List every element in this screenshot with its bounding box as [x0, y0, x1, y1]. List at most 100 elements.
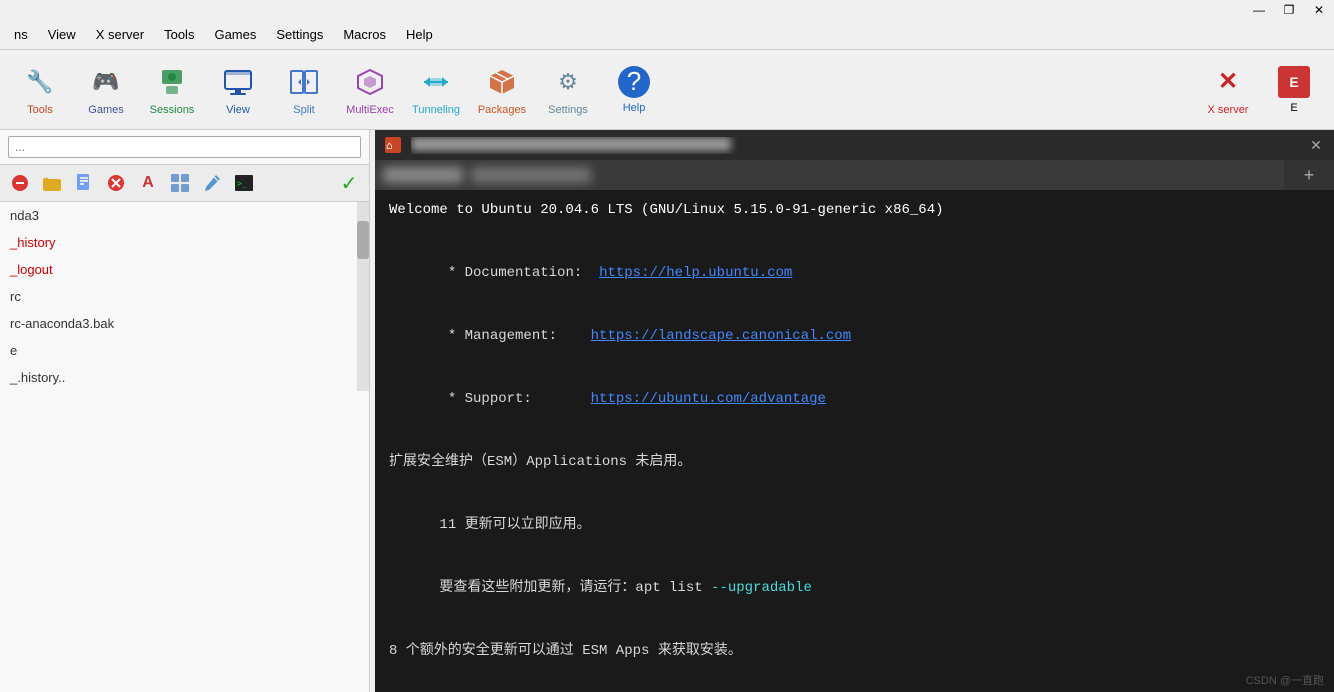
terminal-window: ⌂ ✕ + Welcome to Ubuntu 20.04.6 LTS (GNU…: [375, 130, 1334, 692]
settings-icon: ⚙: [550, 64, 586, 100]
session-tool-terminal[interactable]: >_: [230, 169, 258, 197]
minimize-button[interactable]: —: [1244, 0, 1274, 20]
session-list: nda3 _history _logout rc rc-anaconda3.ba…: [0, 202, 369, 684]
menu-xserver[interactable]: X server: [86, 23, 154, 46]
extra-icon: E: [1278, 66, 1310, 98]
session-item-label: e: [10, 343, 17, 358]
toolbar-view-button[interactable]: View: [206, 54, 270, 126]
terminal-line-empty2: [389, 431, 1320, 452]
toolbar-games-button[interactable]: 🎮 Games: [74, 54, 138, 126]
toolbar-multiexec-button[interactable]: MultiExec: [338, 54, 402, 126]
session-tool-red-circle[interactable]: [6, 169, 34, 197]
terminal-support-label: * Support:: [439, 391, 590, 407]
toolbar-multiexec-label: MultiExec: [346, 104, 394, 116]
session-item-rc[interactable]: rc: [0, 283, 369, 310]
tunneling-icon: [418, 64, 454, 100]
toolbar-tunneling-label: Tunneling: [412, 104, 460, 116]
close-button[interactable]: ✕: [1304, 0, 1334, 20]
session-search-input[interactable]: [8, 136, 361, 158]
menu-help[interactable]: Help: [396, 23, 443, 46]
terminal-line-security: 8 个额外的安全更新可以通过 ESM Apps 来获取安装。: [389, 641, 1320, 662]
svg-text:⌂: ⌂: [386, 139, 393, 152]
terminal-line-esm-enable: 可通过以下途径了解如何启用 ESM Apps：at https://ubuntu…: [389, 662, 1320, 672]
packages-icon: [484, 64, 520, 100]
toolbar-settings-label: Settings: [548, 104, 588, 116]
menu-macros[interactable]: Macros: [333, 23, 396, 46]
session-tool-pencil[interactable]: [198, 169, 226, 197]
games-icon: 🎮: [88, 64, 124, 100]
session-tool-text-a[interactable]: A: [134, 169, 162, 197]
toolbar-settings-button[interactable]: ⚙ Settings: [536, 54, 600, 126]
toolbar-split-button[interactable]: Split: [272, 54, 336, 126]
terminal-add-tab-button[interactable]: +: [1297, 163, 1321, 187]
session-item-nda3[interactable]: nda3: [0, 202, 369, 229]
terminal-titlebar: ⌂ ✕: [375, 130, 1334, 160]
tools-icon: 🔧: [22, 64, 58, 100]
title-bar: — ❐ ✕: [1234, 0, 1334, 20]
toolbar-xserver-button[interactable]: ✕ X server: [1196, 54, 1260, 126]
terminal-line-doc: * Documentation: https://help.ubuntu.com: [389, 242, 1320, 305]
session-tool-grid[interactable]: [166, 169, 194, 197]
split-icon: [286, 64, 322, 100]
menu-settings[interactable]: Settings: [266, 23, 333, 46]
session-item-rc-anaconda3-bak[interactable]: rc-anaconda3.bak: [0, 310, 369, 337]
session-item-history[interactable]: _history: [0, 229, 369, 256]
toolbar-view-label: View: [226, 104, 250, 116]
toolbar-packages-label: Packages: [478, 104, 526, 116]
sessions-icon: [154, 64, 190, 100]
terminal-line-esm: 扩展安全维护（ESM）Applications 未启用。: [389, 452, 1320, 473]
toolbar-games-label: Games: [88, 104, 123, 116]
terminal-line-mgmt: * Management: https://landscape.canonica…: [389, 305, 1320, 368]
menu-tools[interactable]: Tools: [154, 23, 204, 46]
session-tool-close-x[interactable]: [102, 169, 130, 197]
toolbar-sessions-button[interactable]: Sessions: [140, 54, 204, 126]
terminal-favicon-icon: ⌂: [383, 135, 403, 155]
terminal-line-empty3: [389, 473, 1320, 494]
terminal-line-upgradable: 要查看这些附加更新，请运行：apt list --upgradable: [389, 557, 1320, 620]
session-tools-bar: A >_ ✓: [0, 165, 369, 202]
session-tool-doc[interactable]: [70, 169, 98, 197]
toolbar-sessions-label: Sessions: [150, 104, 195, 116]
toolbar-help-button[interactable]: ? Help: [602, 54, 666, 126]
toolbar-extra-button[interactable]: E E: [1262, 54, 1326, 126]
session-scrollbar-thumb[interactable]: [357, 221, 369, 259]
terminal-doc-link[interactable]: https://help.ubuntu.com: [599, 265, 792, 281]
session-item-label: _logout: [10, 262, 53, 277]
toolbar-packages-button[interactable]: Packages: [470, 54, 534, 126]
restore-button[interactable]: ❐: [1274, 0, 1304, 20]
session-item-e[interactable]: e: [0, 337, 369, 364]
terminal-line-empty1: [389, 221, 1320, 242]
terminal-tabbar: +: [1284, 160, 1334, 190]
terminal-title-text: [411, 137, 1298, 154]
session-item-label: nda3: [10, 208, 39, 223]
toolbar-tools-button[interactable]: 🔧 Tools: [8, 54, 72, 126]
view-icon: [220, 64, 256, 100]
terminal-mgmt-link[interactable]: https://landscape.canonical.com: [591, 328, 851, 344]
terminal-upgradable-flag: --upgradable: [711, 580, 812, 596]
session-item-label: rc-anaconda3.bak: [10, 316, 114, 331]
terminal-line-empty4: [389, 620, 1320, 641]
session-scrollbar-track[interactable]: [357, 202, 369, 391]
terminal-content-area[interactable]: Welcome to Ubuntu 20.04.6 LTS (GNU/Linux…: [375, 190, 1334, 672]
watermark-text: CSDN @一直跑: [1246, 672, 1324, 688]
toolbar-tunneling-button[interactable]: Tunneling: [404, 54, 468, 126]
toolbar: 🔧 Tools 🎮 Games Sessions View: [0, 50, 1334, 130]
session-item-logout[interactable]: _logout: [0, 256, 369, 283]
terminal-support-link[interactable]: https://ubuntu.com/advantage: [591, 391, 826, 407]
xserver-icon: ✕: [1210, 64, 1246, 100]
session-item-label: _history: [10, 235, 56, 250]
menu-bar: ns View X server Tools Games Settings Ma…: [0, 20, 1334, 50]
menu-games[interactable]: Games: [204, 23, 266, 46]
session-item-label: rc: [10, 289, 21, 304]
toolbar-help-label: Help: [623, 102, 646, 114]
terminal-line-welcome: Welcome to Ubuntu 20.04.6 LTS (GNU/Linux…: [389, 200, 1320, 221]
session-tool-folder[interactable]: [38, 169, 66, 197]
session-connected-checkmark: ✓: [335, 169, 363, 197]
terminal-close-button[interactable]: ✕: [1306, 135, 1326, 155]
session-item-history2[interactable]: _.history..: [0, 364, 369, 391]
menu-view[interactable]: View: [38, 23, 86, 46]
terminal-updates-text: 11 更新可以立即应用。: [439, 517, 590, 533]
menu-ns[interactable]: ns: [4, 23, 38, 46]
terminal-header-blurred: [375, 160, 1284, 190]
session-search-area: [0, 130, 369, 165]
